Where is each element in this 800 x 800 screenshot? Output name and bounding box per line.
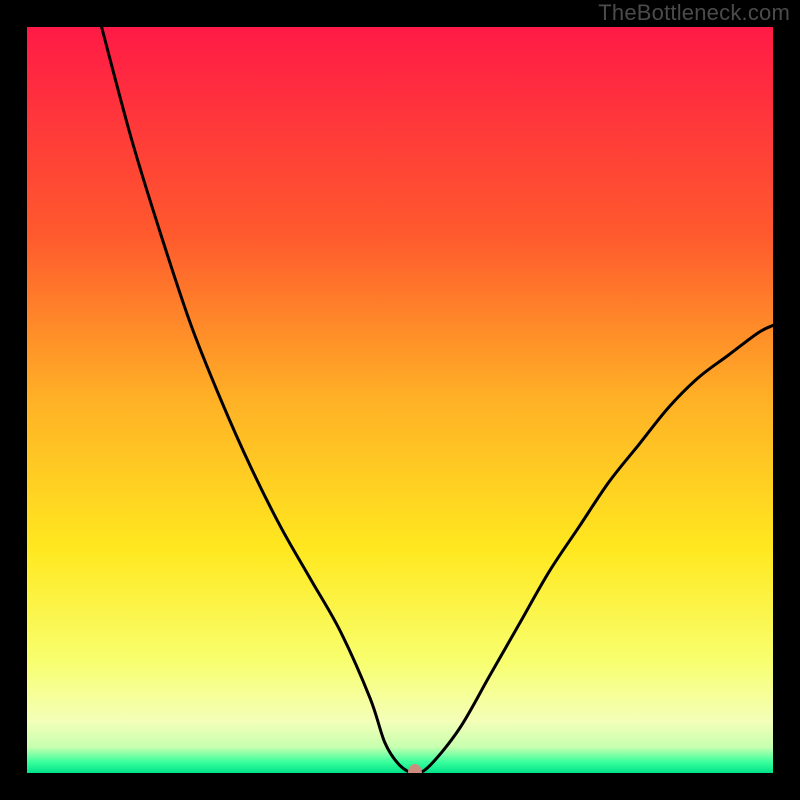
watermark-label: TheBottleneck.com	[598, 0, 790, 26]
chart-svg	[27, 27, 773, 773]
chart-background	[27, 27, 773, 773]
chart-frame: TheBottleneck.com	[0, 0, 800, 800]
plot-outer	[27, 27, 773, 773]
plot-area	[27, 27, 773, 773]
